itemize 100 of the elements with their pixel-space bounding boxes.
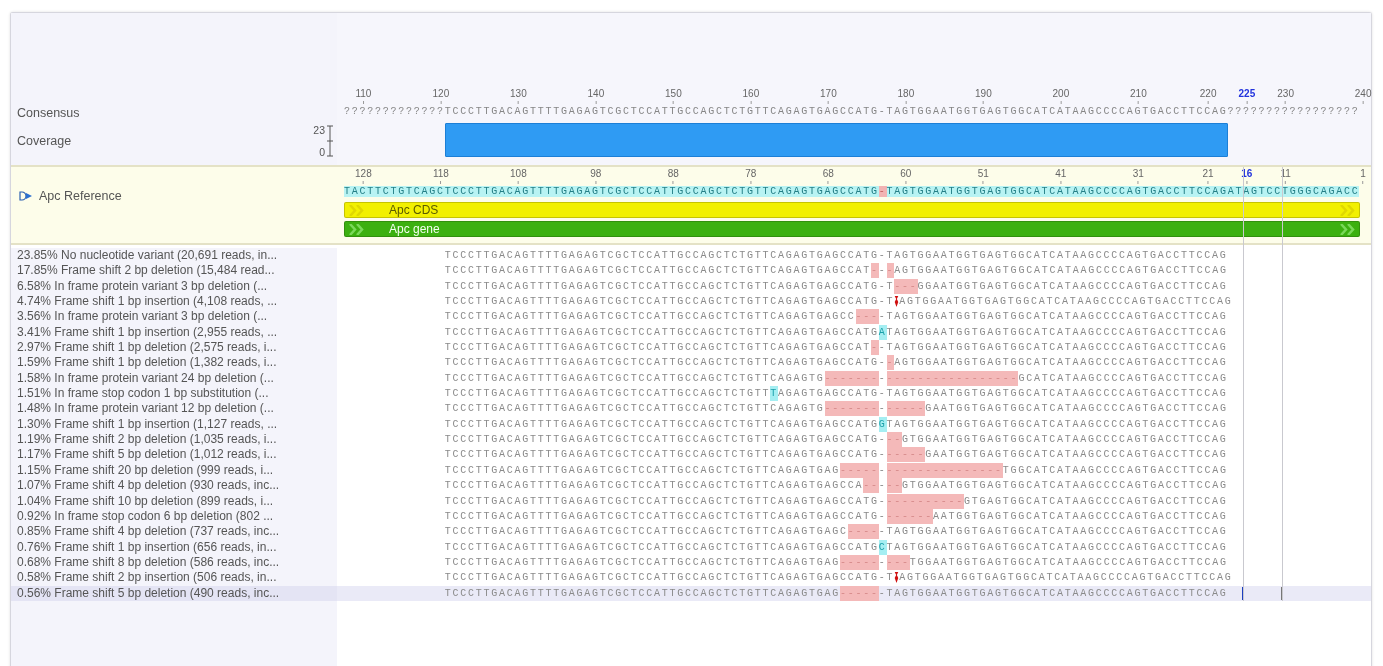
deletion-gap: --- [894, 278, 918, 294]
axis-label: 23 [313, 124, 325, 136]
sequence-text: -TAGTGGAATGGTGAGTGGCATCATAAGCCCCAGTGACCTTCCAG [878, 341, 1228, 356]
variant-item[interactable]: 1.59% Frame shift 1 bp deletion (1,382 reads, i... [11, 355, 337, 371]
ruler-number: 210 [1130, 88, 1147, 104]
sequence-text: AGTGGAATGGTGAGTGGCATCATAAGCCCCAGTGACCTTCCAG [894, 356, 1228, 371]
variant-item[interactable]: 1.17% Frame shift 5 bp deletion (1,012 reads, i... [11, 447, 337, 463]
sequence-text: TCCCTTGACAGTTTTGAGAGTCGCTCCATTGCCAGCTCTGTTCAGAGTG [444, 402, 825, 417]
deletion-gap: ------- [824, 401, 879, 417]
ruler-number: 78 [745, 168, 757, 184]
ruler-number: 140 [587, 88, 605, 104]
sequence-text: AGAGTGAGCCATG-TAGTGGAATGGTGAGTGGCATCATAAGCCCCAGTGACCTTCCAG [778, 387, 1228, 402]
ruler-number: 240 [1354, 88, 1372, 104]
variant-item[interactable]: 0.58% Frame shift 2 bp insertion (506 reads, in... [11, 570, 337, 586]
ruler-number: 150 [665, 88, 682, 104]
ruler-number: 108 [510, 168, 527, 184]
sequence-text: GAATGGTGAGTGGCATCATAAGCCCCAGTGACCTTCCAG [925, 402, 1228, 417]
sequence-text: TCCCTTGACAGTTTTGAGAGTCGCTCCATTGCCAGCTCTGTTCAGAGTGAGCCATG- [444, 494, 887, 509]
deletion-gap: - [886, 355, 895, 371]
sequence-text: - [878, 264, 887, 279]
deletion-gap: - [886, 263, 895, 279]
sequence-text: TGGAATGGTGAGTGGCATCATAAGCCCCAGTGACCTTCCAG [909, 555, 1228, 570]
deletion-gap: ----------------- [886, 370, 1019, 386]
ruler-number: 160 [742, 88, 760, 104]
sequence-text: TCCCTTGACAGTTTTGAGAGTCGCTCCATTGCCAGCTCTGTTCAGAGTGAGCCATG-T [444, 571, 895, 586]
variant-item[interactable]: 4.74% Frame shift 1 bp insertion (4,108 reads, ... [11, 294, 337, 310]
sequence-text: TCCCTTGACAGTTTTGAGAGTCGCTCCATTGCCAGCTCTGTTCAGAGTGAGCCATG-T [444, 295, 895, 310]
sequence-name[interactable]: Apc Reference [39, 188, 122, 204]
ruler-number: 98 [590, 168, 602, 184]
sequence-text: TCCCTTGACAGTTTTGAGAGTCGCTCCATTGCCAGCTCTGTTCAGAGTG [444, 371, 825, 386]
ruler-number: 190 [975, 88, 992, 104]
ruler-number: 51 [977, 168, 989, 184]
sequence-text: AGTGGAATGGTGAGTGGCATCATAAGCCCCAGTGACCTTCCAG [894, 264, 1228, 279]
ruler-number: 200 [1052, 88, 1070, 104]
deletion-gap: - [871, 340, 879, 356]
variant-item[interactable]: 1.48% In frame protein variant 12 bp deletion (... [11, 401, 337, 417]
sequence-text: TCCCTTGACAGTTTTGAGAGTCGCTCCATTGCCAGCTCTGTTCAGAGTGAG [444, 555, 841, 570]
deletion-gap: --- [886, 554, 910, 570]
variant-item[interactable]: 1.19% Frame shift 2 bp deletion (1,035 reads, i... [11, 432, 337, 448]
deletion-gap: ----- [840, 462, 879, 478]
sequence-text: -TAGTGGAATGGTGAGTGGCATCATAAGCCCCAGTGACCTTCCAG [878, 586, 1228, 601]
sequence-text: TCCCTTGACAGTTTTGAGAGTCGCTCCATTGCCAGCTCTGTTCAGAGTGAGCCATG-T [444, 279, 895, 294]
sequence-text: AGTGGAATGGTGAGTGGCATCATAAGCCCCAGTGACCTTCCAG [899, 295, 1233, 310]
sequence-text: - [878, 371, 887, 386]
ruler-number: 225 [1238, 88, 1256, 104]
annotation-bar[interactable]: Apc CDS [344, 202, 1360, 218]
deletion-gap: ----- [886, 401, 926, 417]
variant-base: A [878, 324, 887, 340]
sequence-text: - [878, 463, 887, 478]
deletion-gap: ----- [840, 554, 879, 570]
sequence-text: TCCCTTGACAGTTTTGAGAGTCGCTCCATTGCCAGCTCTGTTCAGAGTGAGCCAT [444, 341, 872, 356]
deletion-gap: -- [886, 432, 903, 448]
ruler-number: 31 [1132, 168, 1144, 184]
reference-sequence: TACTTCTGTCAGCTCCCTTGACAGTTTTGAGAGTCGCTCCATTGCCAGCTCTGTTCAGAGTGAGCCATG [344, 186, 879, 197]
variant-item[interactable]: 17.85% Frame shift 2 bp deletion (15,484 read... [11, 263, 337, 279]
sequence-text: GAATGGTGAGTGGCATCATAAGCCCCAGTGACCTTCCAG [925, 448, 1228, 463]
variant-item[interactable]: 1.51% In frame stop codon 1 bp substitution (... [11, 386, 337, 402]
sequence-text: TCCCTTGACAGTTTTGAGAGTCGCTCCATTGCCAGCTCTGTTCAGAGTGAGCCATG- [444, 433, 887, 448]
reference-sequence: TAGTGGAATGGTGAGTGGCATCATAAGCCCCAGTGACCTTCCAGATAGTCCTGGGCAGACC [886, 186, 1360, 197]
sequence-text: TAGTGGAATGGTGAGTGGCATCATAAGCCCCAGTGACCTTCCAG [886, 325, 1228, 340]
sequence-text: TGGCATCATAAGCCCCAGTGACCTTCCAG [1002, 463, 1228, 478]
sequence-text: GGAATGGTGAGTGGCATCATAAGCCCCAGTGACCTTCCAG [917, 279, 1228, 294]
variant-item[interactable]: 23.85% No nucleotide variant (20,691 reads, in... [11, 248, 337, 264]
insertion-icon [894, 295, 900, 309]
sequence-text: TCCCTTGACAGTTTTGAGAGTCGCTCCATTGCCAGCTCTGTTCAGAGTGAGC [444, 525, 848, 540]
sequence-text: TCCCTTGACAGTTTTGAGAGTCGCTCCATTGCCAGCTCTGTTCAGAGTGAGCCATG- [444, 509, 887, 524]
sequence-icon [19, 191, 33, 201]
sequence-text: GTGAGTGGCATCATAAGCCCCAGTGACCTTCCAG [964, 494, 1228, 509]
sequence-text: TCCCTTGACAGTTTTGAGAGTCGCTCCATTGCCAGCTCTGTTCAGAGTGAGCC [444, 310, 856, 325]
ruler-number: 180 [897, 88, 915, 104]
deletion-gap: -- [886, 478, 903, 494]
sequence-text: TCCCTTGACAGTTTTGAGAGTCGCTCCATTGCCAGCTCTGTTCAGAGTGAGCCATG- [444, 448, 887, 463]
deletion-gap: -- [863, 478, 879, 494]
sequence-text: TAGTGGAATGGTGAGTGGCATCATAAGCCCCAGTGACCTTCCAG [886, 417, 1228, 432]
sequence-text: TCCCTTGACAGTTTTGAGAGTCGCTCCATTGCCAGCTCTGTTCAGAGTGAGCCATG- [444, 356, 887, 371]
deletion-gap: ---- [847, 524, 879, 540]
sequence-text: -TAGTGGAATGGTGAGTGGCATCATAAGCCCCAGTGACCTTCCAG [878, 310, 1228, 325]
deletion-gap: - [871, 263, 879, 279]
deletion-gap: --------------- [886, 462, 1003, 478]
sequence-text: AGTGGAATGGTGAGTGGCATCATAAGCCCCAGTGACCTTCCAG [899, 571, 1233, 586]
variant-item[interactable]: 3.56% In frame protein variant 3 bp deletion (... [11, 309, 337, 325]
ruler-number: 88 [667, 168, 679, 184]
sequence-text: TCCCTTGACAGTTTTGAGAGTCGCTCCATTGCCAGCTCTGTTCAGAGTGAGCCATG [444, 540, 879, 555]
ruler-number: 130 [510, 88, 527, 104]
ruler-number: 41 [1055, 168, 1067, 184]
sequence-text: AATGGTGAGTGGCATCATAAGCCCCAGTGACCTTCCAG [933, 509, 1228, 524]
ruler-number: 170 [820, 88, 837, 104]
axis-label: 0 [318, 146, 325, 158]
ruler-number: 68 [822, 168, 834, 184]
track-label: Consensus [17, 105, 81, 121]
consensus-sequence: ?????????????TCCCTTGACAGTTTTGAGAGTCGCTCCATTGCCAGCTCTGTTCAGAGTGAGCCATG-TAGTGGAATGGTGAGTGGCATCATAAGCCCCAGTGACCTTCCAG????????????????? [343, 105, 1361, 119]
sequence-text: TCCCTTGACAGTTTTGAGAGTCGCTCCATTGCCAGCTCTGTTCAGAGTGAG [444, 463, 841, 478]
sequence-text: GTGGAATGGTGAGTGGCATCATAAGCCCCAGTGACCTTCCAG [902, 433, 1228, 448]
sequence-text: GCATCATAAGCCCCAGTGACCTTCCAG [1018, 371, 1228, 386]
variant-item[interactable]: 0.85% Frame shift 4 bp deletion (737 reads, inc... [11, 524, 337, 540]
variant-item[interactable]: 2.97% Frame shift 1 bp deletion (2,575 reads, i... [11, 340, 337, 356]
insertion-icon [894, 571, 900, 585]
variant-item[interactable]: 1.07% Frame shift 4 bp deletion (930 reads, inc... [11, 478, 337, 494]
ruler-number: 220 [1199, 88, 1217, 104]
sequence-text: TCCCTTGACAGTTTTGAGAGTCGCTCCATTGCCAGCTCTGTTCAGAGTGAGCCA [444, 479, 864, 494]
